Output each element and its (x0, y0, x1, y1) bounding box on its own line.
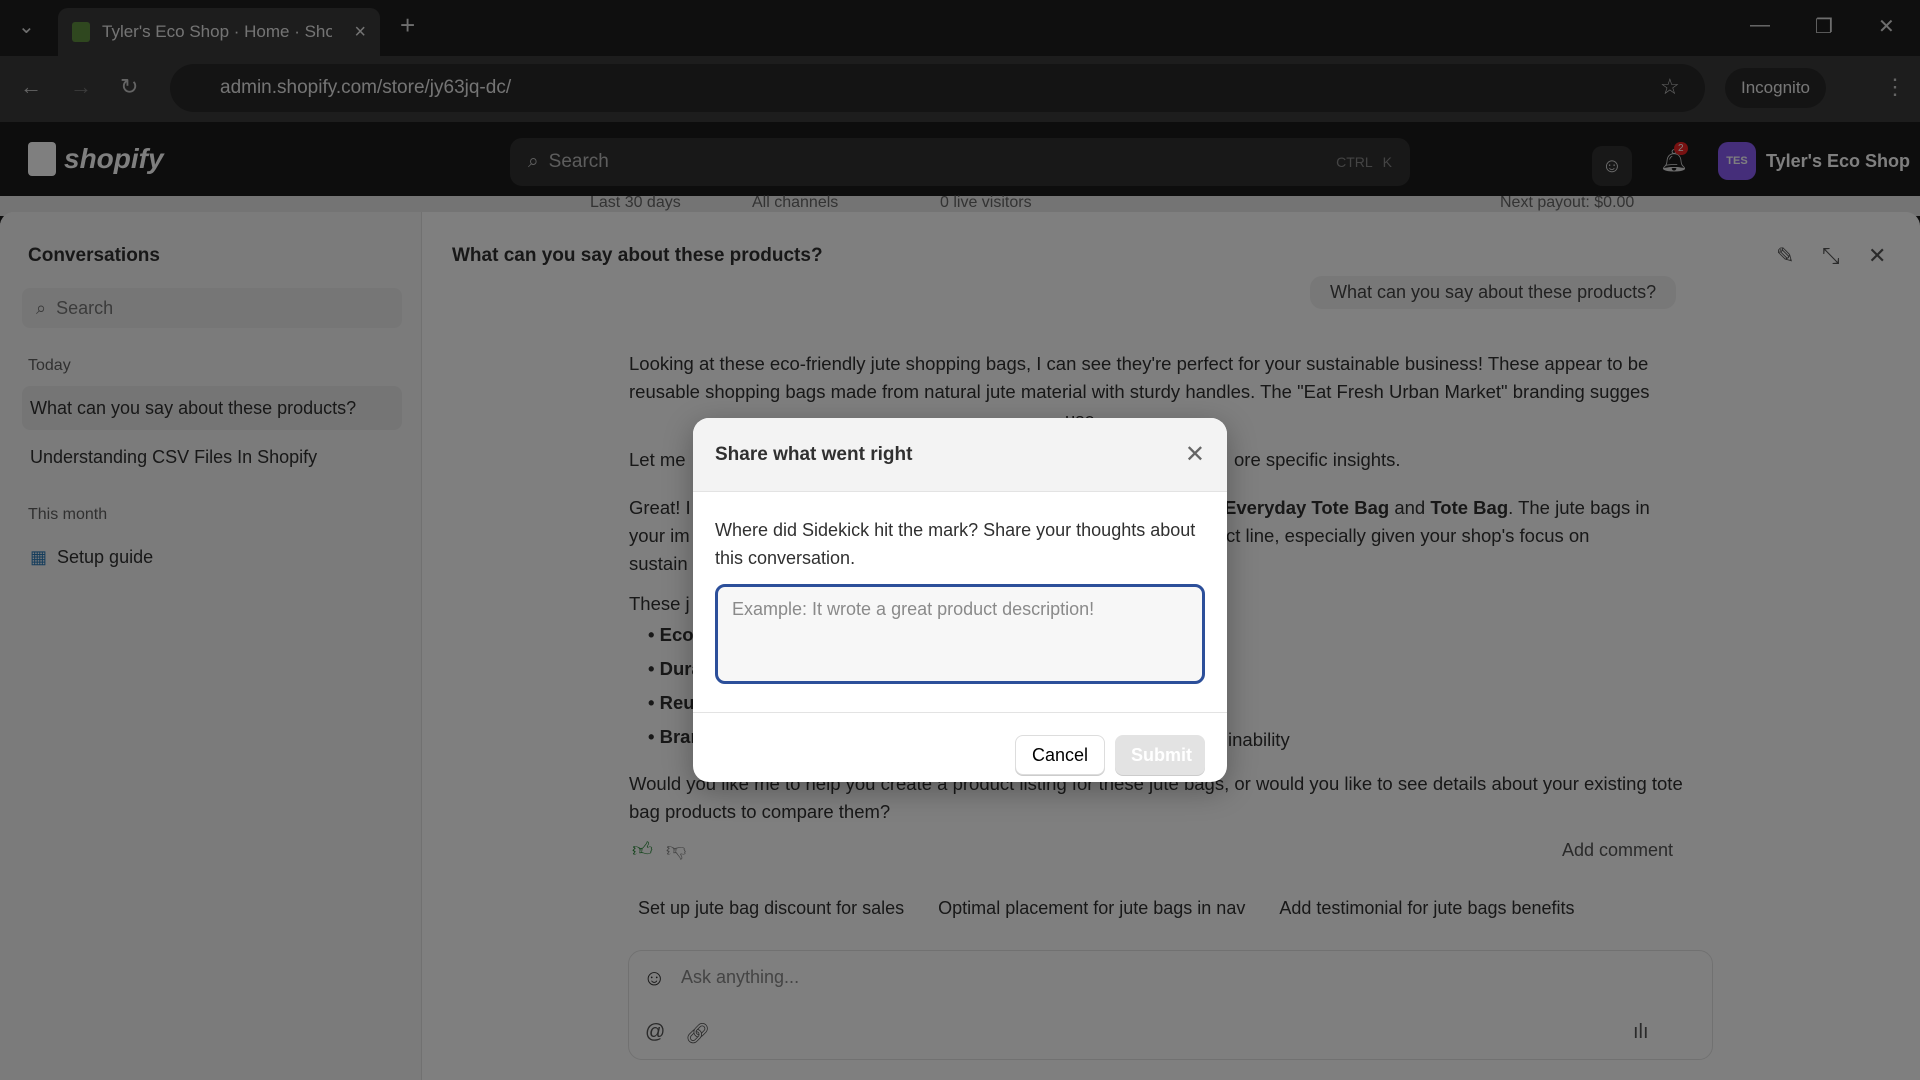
modal-title: Share what went right (715, 444, 912, 466)
feedback-textarea[interactable] (715, 584, 1205, 684)
feedback-modal: Share what went right ✕ Where did Sidekic… (693, 418, 1227, 782)
close-modal-icon[interactable]: ✕ (1185, 440, 1205, 469)
modal-prompt: Where did Sidekick hit the mark? Share y… (715, 516, 1205, 572)
submit-button[interactable]: Submit (1115, 735, 1205, 775)
cancel-button[interactable]: Cancel (1015, 735, 1105, 775)
